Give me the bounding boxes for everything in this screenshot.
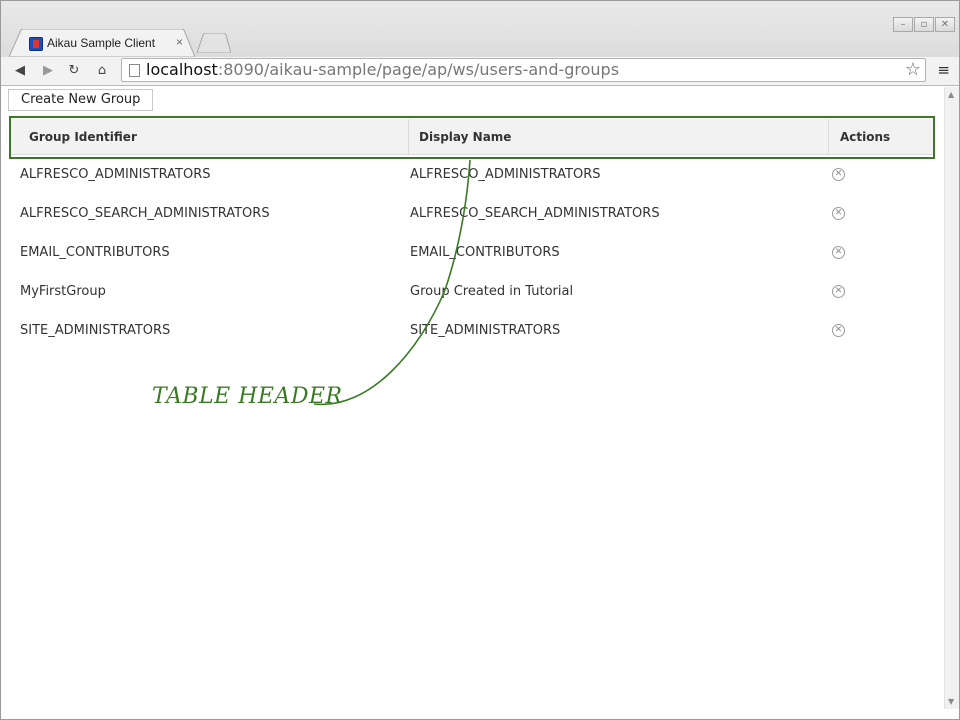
table-header-annotation: TABLE HEADER: [152, 384, 343, 409]
callout-arrow: [313, 159, 471, 406]
